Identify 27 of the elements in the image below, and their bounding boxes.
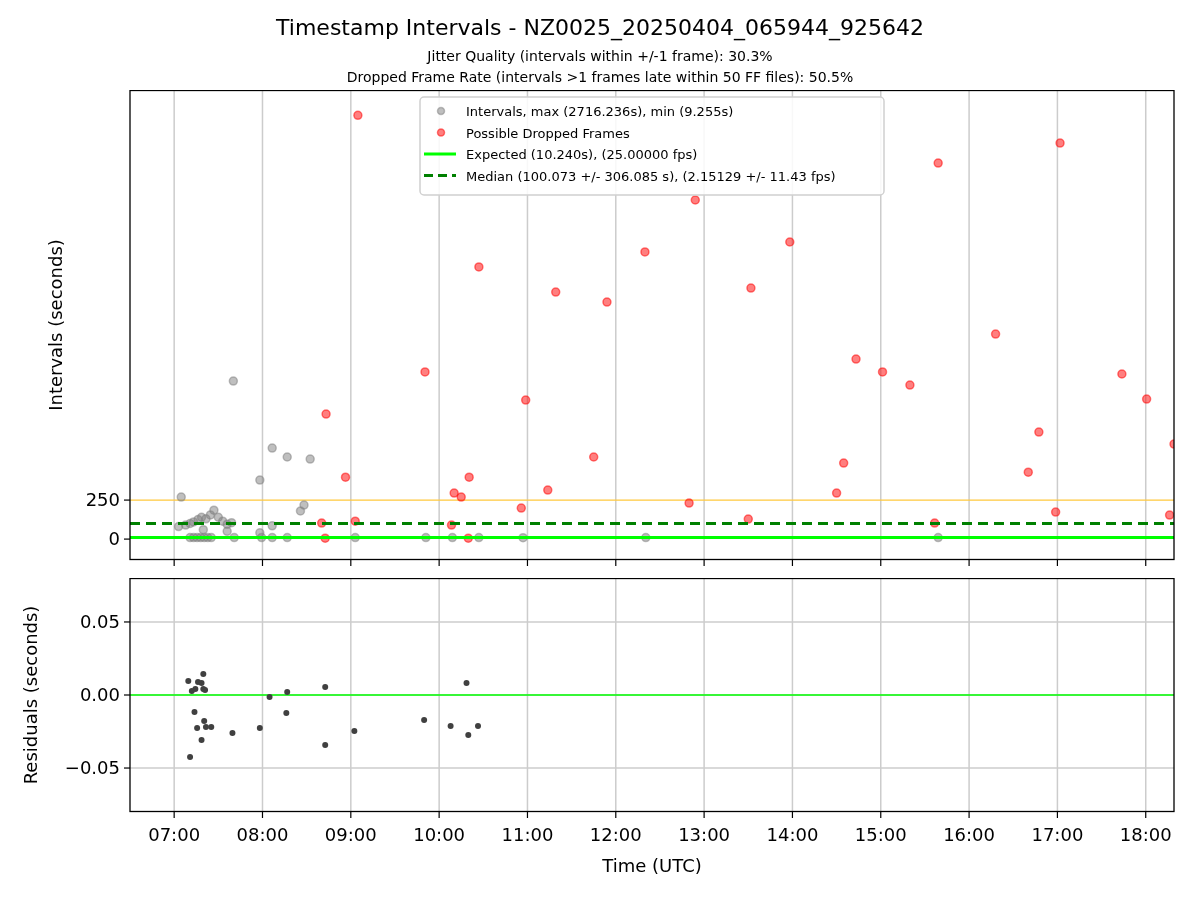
tick-label: 07:00 (148, 824, 201, 845)
tick-label: 16:00 (943, 824, 995, 845)
axis-label: Residuals (seconds) (20, 605, 41, 785)
tick-label: 18:00 (1119, 824, 1172, 845)
tick-label: 15:00 (854, 824, 907, 845)
legend-label: Expected (10.240s), (25.00000 fps) (466, 147, 698, 162)
axis-label: Time (UTC) (602, 855, 702, 876)
tick-label: 0 (108, 528, 120, 550)
tick-label: 17:00 (1031, 824, 1084, 845)
tick-label: 13:00 (678, 824, 731, 845)
tick-label: 12:00 (589, 824, 642, 845)
figure-subtitle: Jitter Quality (intervals within +/-1 frame): 30.3% (427, 47, 773, 66)
tick-label: 09:00 (324, 824, 377, 845)
tick-label: −0.05 (64, 757, 120, 779)
figure-subtitle: Dropped Frame Rate (intervals >1 frames late within 50 FF files): 50.5% (346, 68, 854, 87)
tick-label: 14:00 (766, 824, 819, 845)
tick-label: 250 (85, 489, 120, 511)
legend-label: Median (100.073 +/- 306.085 s), (2.15129 +/- 11.43 fps) (466, 168, 836, 184)
tick-label: 11:00 (501, 824, 554, 845)
axis-label: Intervals (seconds) (45, 239, 66, 411)
tick-label: 10:00 (413, 824, 466, 845)
figure-title: Timestamp Intervals - NZ0025_20250404_065944_925642 (276, 14, 924, 42)
tick-label: 08:00 (236, 824, 289, 845)
tick-label: 0.05 (79, 610, 120, 632)
legend-label: Possible Dropped Frames (466, 125, 630, 141)
legend-label: Intervals, max (2716.236s), min (9.255s) (466, 104, 734, 119)
tick-label: 0.00 (79, 684, 120, 705)
